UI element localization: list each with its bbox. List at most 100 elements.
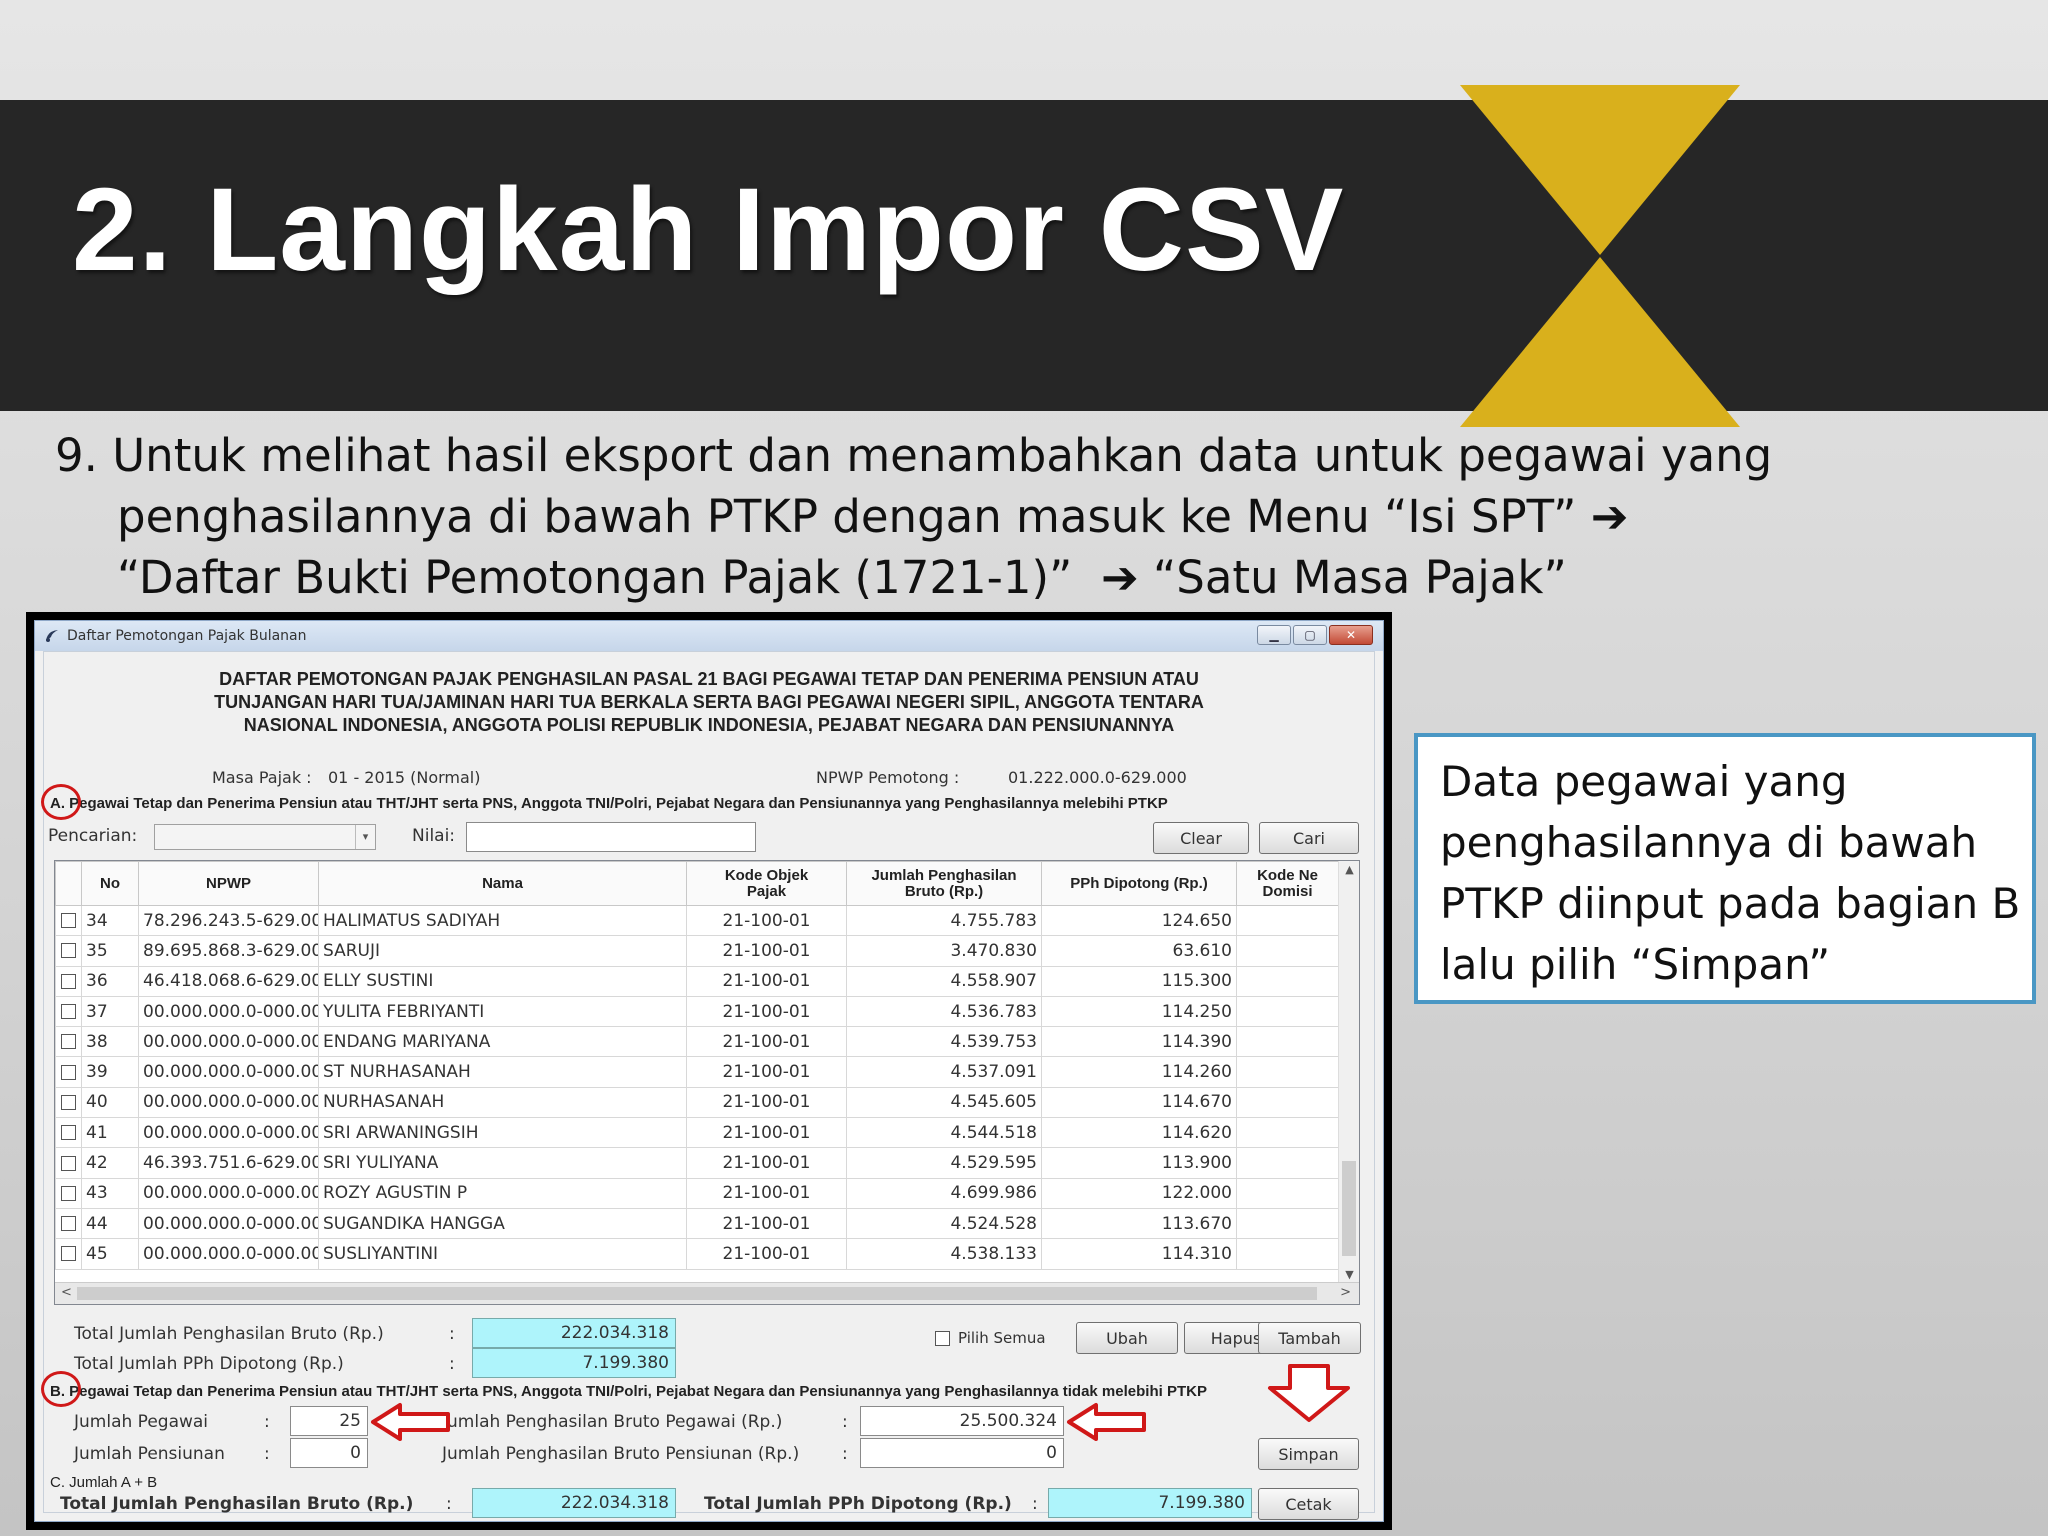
column-header-nama[interactable]: Nama bbox=[318, 861, 687, 906]
cell-npwp: 00.000.000.0-000.000 bbox=[138, 1117, 319, 1149]
table-row[interactable]: 35 89.695.868.3-629.000 SARUJI 21-100-01 3.4… bbox=[55, 935, 1339, 967]
row-checkbox bbox=[55, 1026, 82, 1058]
column-header-bruto[interactable]: Jumlah Penghasilan Bruto (Rp.) bbox=[846, 861, 1042, 906]
row-checkbox[interactable] bbox=[61, 1216, 76, 1232]
row-checkbox[interactable] bbox=[61, 1155, 76, 1171]
column-header-pph[interactable]: PPh Dipotong (Rp.) bbox=[1041, 861, 1237, 906]
column-header-kode-objek[interactable]: Kode Objek Pajak bbox=[686, 861, 847, 906]
row-checkbox[interactable] bbox=[61, 1004, 76, 1020]
row-checkbox[interactable] bbox=[61, 1185, 76, 1201]
cell-npwp: 00.000.000.0-000.000 bbox=[138, 995, 319, 1028]
jumlah-pensiunan-input[interactable]: 0 bbox=[290, 1438, 368, 1468]
table-row[interactable]: 41 00.000.000.0-000.000 SRI ARWANINGSIH 21-… bbox=[55, 1117, 1339, 1149]
jumlah-pegawai-label: Jumlah Pegawai bbox=[74, 1412, 209, 1432]
scroll-thumb[interactable] bbox=[77, 1287, 1317, 1300]
row-checkbox[interactable] bbox=[61, 943, 76, 959]
row-checkbox[interactable] bbox=[61, 913, 76, 929]
row-checkbox[interactable] bbox=[61, 1034, 76, 1050]
table-row[interactable]: 37 00.000.000.0-000.000 YULITA FEBRIYANTI 2… bbox=[55, 995, 1339, 1028]
cell-no: 37 bbox=[81, 995, 139, 1028]
row-checkbox[interactable] bbox=[61, 1064, 76, 1080]
table-row[interactable]: 45 00.000.000.0-000.000 SUSLIYANTINI 21-100… bbox=[55, 1238, 1339, 1270]
npwp-pemotong-label: NPWP Pemotong : bbox=[816, 768, 960, 787]
cari-button[interactable]: Cari bbox=[1259, 822, 1359, 854]
table-row[interactable]: 43 00.000.000.0-000.000 ROZY AGUSTIN P 21-1… bbox=[55, 1177, 1339, 1209]
cell-kode-objek: 21-100-01 bbox=[686, 1147, 847, 1179]
close-icon: ✕ bbox=[1345, 628, 1357, 642]
cell-no: 43 bbox=[81, 1177, 139, 1209]
column-header-npwp[interactable]: NPWP bbox=[138, 861, 319, 906]
nilai-input[interactable] bbox=[466, 822, 756, 852]
table-row[interactable]: 34 78.296.243.5-629.000 HALIMATUS SADIYAH 2… bbox=[55, 904, 1339, 937]
bruto-pegawai-input[interactable]: 25.500.324 bbox=[860, 1406, 1064, 1436]
table-row[interactable]: 40 00.000.000.0-000.000 NURHASANAH 21-100-0… bbox=[55, 1086, 1339, 1119]
pilih-semua-checkbox[interactable] bbox=[935, 1331, 950, 1346]
cell-bruto: 4.538.133 bbox=[846, 1238, 1042, 1270]
table-row[interactable]: 42 46.393.751.6-629.000 SRI YULIYANA 21-100… bbox=[55, 1147, 1339, 1179]
total-bruto-value: 222.034.318 bbox=[472, 1318, 676, 1348]
column-header-no[interactable]: No bbox=[81, 861, 139, 906]
bruto-pensiunan-label: Jumlah Penghasilan Bruto Pensiunan (Rp.) bbox=[442, 1444, 800, 1464]
masa-pajak-value: 01 - 2015 (Normal) bbox=[328, 768, 481, 787]
callout-line: Data pegawai yang bbox=[1440, 757, 1848, 806]
cell-bruto: 4.536.783 bbox=[846, 995, 1042, 1028]
cell-bruto: 4.545.605 bbox=[846, 1086, 1042, 1119]
instruction-line-3-text: “Daftar Bukti Pemotongan Pajak (1721-1)” bbox=[117, 551, 1073, 604]
callout-box: Data pegawai yang penghasilannya di bawa… bbox=[1414, 733, 2036, 1004]
cell-pph: 114.260 bbox=[1041, 1056, 1237, 1088]
cell-no: 35 bbox=[81, 935, 139, 967]
scroll-down-icon[interactable]: ▼ bbox=[1339, 1268, 1360, 1281]
bruto-pensiunan-input[interactable]: 0 bbox=[860, 1438, 1064, 1468]
cell-kode-objek: 21-100-01 bbox=[686, 1056, 847, 1088]
instruction-line-2: penghasilannya di bawah PTKP dengan masu… bbox=[55, 486, 1775, 547]
close-button[interactable]: ✕ bbox=[1329, 625, 1373, 645]
clear-button[interactable]: Clear bbox=[1153, 822, 1249, 854]
colon: : bbox=[449, 1324, 455, 1344]
horizontal-scrollbar[interactable]: < > bbox=[55, 1282, 1359, 1304]
simpan-button[interactable]: Simpan bbox=[1258, 1438, 1359, 1470]
cell-kode-objek: 21-100-01 bbox=[686, 1026, 847, 1058]
row-checkbox bbox=[55, 995, 82, 1028]
scroll-thumb[interactable] bbox=[1342, 1161, 1356, 1256]
cell-kode-negara bbox=[1236, 935, 1339, 967]
ubah-button[interactable]: Ubah bbox=[1076, 1322, 1178, 1354]
table-row[interactable]: 36 46.418.068.6-629.000 ELLY SUSTINI 21-100… bbox=[55, 965, 1339, 997]
maximize-icon: ▢ bbox=[1304, 628, 1316, 642]
table-row[interactable]: 44 00.000.000.0-000.000 SUGANDIKA HANGGA 21… bbox=[55, 1207, 1339, 1240]
scroll-up-icon[interactable]: ▲ bbox=[1339, 863, 1360, 876]
table-row[interactable]: 38 00.000.000.0-000.000 ENDANG MARIYANA 21-… bbox=[55, 1026, 1339, 1058]
row-checkbox[interactable] bbox=[61, 1246, 76, 1262]
tambah-button[interactable]: Tambah bbox=[1258, 1322, 1361, 1354]
colon: : bbox=[264, 1444, 270, 1464]
row-checkbox[interactable] bbox=[61, 1125, 76, 1141]
annotation-circle-b bbox=[41, 1371, 81, 1407]
cell-kode-negara bbox=[1236, 965, 1339, 997]
npwp-pemotong-value: 01.222.000.0-629.000 bbox=[1008, 768, 1187, 787]
cell-bruto: 4.699.986 bbox=[846, 1177, 1042, 1209]
cetak-button[interactable]: Cetak bbox=[1258, 1488, 1359, 1520]
window-title: Daftar Pemotongan Pajak Bulanan bbox=[67, 628, 307, 644]
maximize-button[interactable]: ▢ bbox=[1293, 625, 1327, 645]
vertical-scrollbar[interactable]: ▲ ▼ bbox=[1338, 861, 1359, 1283]
row-checkbox[interactable] bbox=[61, 973, 76, 989]
minimize-button[interactable]: ▁ bbox=[1257, 625, 1291, 645]
search-field-select[interactable]: ▾ bbox=[154, 824, 376, 850]
cell-no: 38 bbox=[81, 1026, 139, 1058]
row-checkbox[interactable] bbox=[61, 1094, 76, 1110]
cell-npwp: 00.000.000.0-000.000 bbox=[138, 1086, 319, 1119]
colon: : bbox=[842, 1412, 848, 1432]
scroll-right-icon[interactable]: > bbox=[1340, 1285, 1351, 1300]
scroll-left-icon[interactable]: < bbox=[61, 1285, 72, 1300]
row-checkbox bbox=[55, 1177, 82, 1209]
cell-nama: SUGANDIKA HANGGA bbox=[318, 1207, 687, 1240]
cell-npwp: 46.393.751.6-629.000 bbox=[138, 1147, 319, 1179]
cell-kode-objek: 21-100-01 bbox=[686, 904, 847, 937]
minimize-icon: ▁ bbox=[1269, 628, 1279, 642]
column-header-kode-negara[interactable]: Kode Ne Domisi bbox=[1236, 861, 1339, 906]
search-label: Pencarian: bbox=[48, 826, 138, 846]
cell-bruto: 3.470.830 bbox=[846, 935, 1042, 967]
instruction-text: 9. Untuk melihat hasil eksport dan menam… bbox=[55, 425, 1775, 608]
jumlah-pegawai-input[interactable]: 25 bbox=[290, 1406, 368, 1436]
cell-bruto: 4.544.518 bbox=[846, 1117, 1042, 1149]
table-row[interactable]: 39 00.000.000.0-000.000 ST NURHASANAH 21-10… bbox=[55, 1056, 1339, 1088]
